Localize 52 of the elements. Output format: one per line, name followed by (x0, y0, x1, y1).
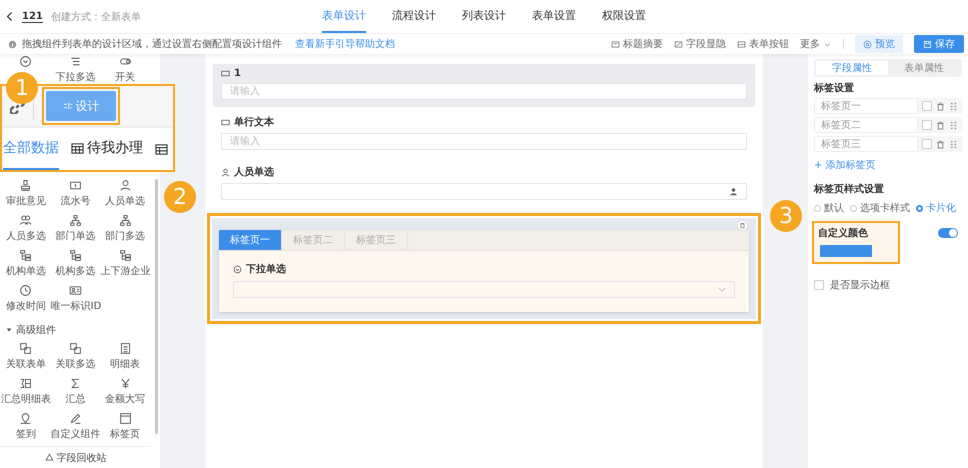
nav-tab[interactable]: 表单设置 (532, 0, 576, 33)
nav-tab[interactable]: 列表设计 (462, 0, 506, 33)
component-label[interactable]: 人员多选 (1, 229, 51, 243)
toolbar-button[interactable]: 标题摘要 (611, 37, 663, 51)
notice-text: 拖拽组件到表单的设计区域，通过设置右侧配置项设计组件 (22, 38, 282, 51)
component-label[interactable]: 标签页 (100, 427, 150, 441)
section-title: 标签页样式设置 (814, 182, 885, 196)
component-label[interactable]: 机构多选 (50, 264, 100, 278)
tab-container[interactable]: 标签页一 标签页二 标签页三 下拉单选 (212, 218, 756, 319)
nav-tab[interactable]: 流程设计 (392, 0, 436, 33)
component-label[interactable]: 关联表单 (1, 357, 51, 371)
form-name: 121 (22, 10, 43, 22)
component-label[interactable]: 流水号 (50, 194, 100, 208)
component-label[interactable]: 开关 (100, 70, 150, 84)
form-field-block[interactable]: 1 请输入 (213, 64, 755, 107)
section-title: 标签设置 (814, 82, 855, 95)
component-label[interactable]: 修改时间 (1, 299, 51, 313)
component-label[interactable]: 关联多选 (50, 357, 100, 371)
more-dropdown[interactable]: 更多 (800, 37, 832, 51)
component-label[interactable]: 部门多选 (100, 229, 150, 243)
form-field-block[interactable]: 单行文本 请输入 (213, 111, 755, 157)
checkbox-option[interactable]: 是否显示边框 (814, 278, 962, 292)
field-label: 下拉单选 (246, 262, 286, 276)
section-title[interactable]: 高级组件 (16, 323, 56, 337)
toolbar-button[interactable]: 字段显隐 (674, 37, 726, 51)
create-method: 创建方式：全新表单 (50, 10, 141, 24)
radio-option[interactable]: 默认 (814, 201, 844, 215)
component-label[interactable]: 金额大写 (100, 392, 150, 406)
component-label[interactable]: 上下游企业 (100, 264, 150, 278)
recycle-bin-button[interactable]: 字段回收站 (0, 446, 151, 468)
component-label[interactable]: 明细表 (100, 357, 150, 371)
component-label[interactable]: 人员单选 (100, 194, 150, 208)
component-label[interactable]: 下拉多选 (50, 70, 100, 84)
nav-tab[interactable]: 权限设置 (602, 0, 646, 33)
component-label[interactable]: 汇总明细表 (1, 392, 51, 406)
component-label[interactable]: 审批意见 (1, 194, 51, 208)
option-label: 自定义颜色 (818, 226, 868, 240)
field-label: 人员单选 (234, 166, 274, 179)
field-label: 1 (234, 68, 241, 79)
field-label: 单行文本 (234, 116, 274, 129)
data-tab[interactable]: 待我办理 (71, 128, 143, 170)
component-label[interactable]: 部门单选 (50, 229, 100, 243)
component-label[interactable]: 签到 (1, 427, 51, 441)
input-field[interactable]: 请输入 (221, 83, 747, 100)
input-field[interactable]: 请输入 (221, 133, 747, 150)
form-field-block[interactable]: 人员单选 (213, 161, 755, 207)
radio-option[interactable]: 选项卡样式 (850, 201, 910, 215)
component-label[interactable]: 汇总 (50, 392, 100, 406)
component-label[interactable]: 自定义组件 (50, 427, 100, 441)
component-label[interactable]: 唯一标识ID (50, 299, 100, 313)
toolbar-button[interactable]: 表单按钮 (737, 37, 789, 51)
component-label[interactable]: 机构单选 (1, 264, 51, 278)
